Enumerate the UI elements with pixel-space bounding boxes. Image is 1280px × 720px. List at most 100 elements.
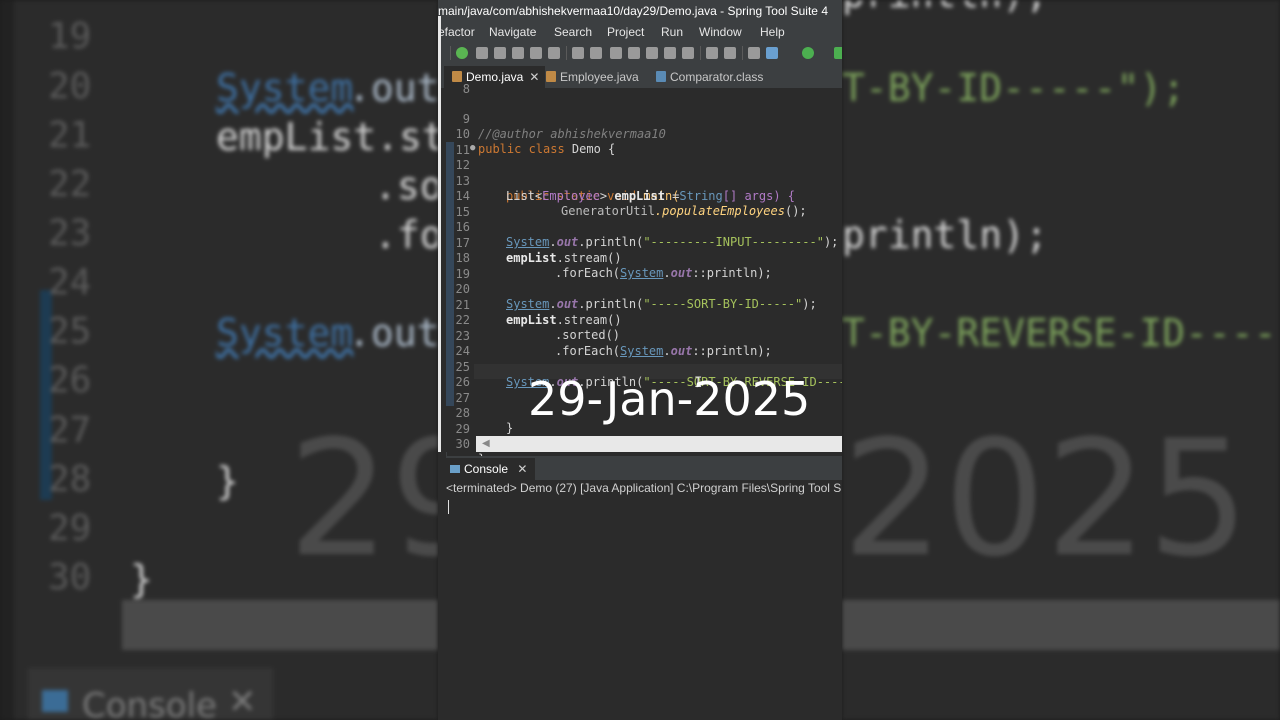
window-title: main/java/com/abhishekvermaa10/day29/Dem… <box>438 4 828 18</box>
code-line: 22 .sorted() <box>438 297 842 343</box>
background-line-number: 28 <box>48 459 92 500</box>
background-line-number: 26 <box>48 360 92 401</box>
background-scrollbar <box>842 600 1280 650</box>
background-code-reverse: T-BY-REVERSE-ID----- <box>842 311 1280 355</box>
breakpoint-marker-icon[interactable]: ● <box>470 141 475 157</box>
code-line: 15 <box>438 189 842 219</box>
background-date-right: 2025 <box>842 405 1250 592</box>
toolbar-icon[interactable] <box>530 47 542 59</box>
date-overlay: 29-Jan-2025 <box>528 372 811 426</box>
toolbar-icon[interactable] <box>548 47 560 59</box>
background-code-brace: } <box>130 557 153 601</box>
console-tab-label: Console <box>464 462 509 476</box>
background-code-out: .out <box>348 66 438 110</box>
menu-help[interactable]: Help <box>760 22 785 42</box>
code-line: 25 System.out.println("-----SORT-BY-REVE… <box>438 344 842 390</box>
run-config-icon[interactable] <box>834 47 842 59</box>
code-editor[interactable]: 8 9 //@author abhishekvermaa10 10 public… <box>438 82 842 466</box>
background-console-label: Console <box>82 686 217 720</box>
code-line: 24 <box>438 328 842 358</box>
toolbar-icon[interactable] <box>706 47 718 59</box>
console-output[interactable] <box>446 496 842 720</box>
background-line-number: 25 <box>48 311 92 352</box>
scroll-left-icon[interactable]: ◀ <box>482 438 490 449</box>
background-right-panel: println); T-BY-ID-----"); println); T-BY… <box>842 0 1280 720</box>
code-line: 21 empList.stream() <box>438 282 842 328</box>
toolbar-icon[interactable] <box>664 47 676 59</box>
toolbar <box>438 42 842 64</box>
background-scrollbar <box>122 600 438 650</box>
menu-window[interactable]: Window <box>699 22 742 42</box>
code-line: 9 //@author abhishekvermaa10 <box>438 96 842 142</box>
code-line: 19 <box>438 251 842 281</box>
background-code-sorted: .so <box>374 164 438 208</box>
run-icon[interactable] <box>802 47 814 59</box>
class-file-icon <box>656 71 666 82</box>
debug-icon[interactable] <box>456 47 468 59</box>
toolbar-icon[interactable] <box>476 47 488 59</box>
toolbar-separator <box>450 46 451 60</box>
background-line-number: 30 <box>48 557 92 598</box>
code-line: 18 .forEach(System.out::println); <box>438 235 842 281</box>
title-bar: main/java/com/abhishekvermaa10/day29/Dem… <box>438 0 842 22</box>
toolbar-separator <box>700 46 701 60</box>
background-code-sort-by-id: T-BY-ID-----"); <box>842 66 1186 110</box>
code-line: 16 System.out.println("---------INPUT---… <box>438 204 842 250</box>
menu-search[interactable]: Search <box>554 22 592 42</box>
background-code-top: println); <box>842 0 1048 16</box>
background-line-number: 19 <box>48 16 92 57</box>
menu-run[interactable]: Run <box>661 22 683 42</box>
code-line: 13 List<Employee> empList = <box>438 158 842 204</box>
toolbar-icon[interactable] <box>646 47 658 59</box>
toolbar-icon[interactable] <box>682 47 694 59</box>
background-code-foreach: .fo <box>374 213 438 257</box>
background-code-system: System <box>216 311 354 355</box>
background-line-number: 23 <box>48 213 92 254</box>
menu-bar: efactor Navigate Search Project Run Wind… <box>438 22 842 42</box>
background-line-number: 24 <box>48 262 92 303</box>
menu-refactor[interactable]: efactor <box>438 22 475 42</box>
background-code-out: .out <box>348 311 438 355</box>
toolbar-icon[interactable] <box>572 47 584 59</box>
background-line-number: 27 <box>48 410 92 451</box>
console-icon <box>42 690 68 712</box>
code-line: 14 GeneratorUtil.populateEmployees(); <box>438 173 842 219</box>
background-code-println: println); <box>842 213 1048 257</box>
code-line: 12 ● public static void main(String[] ar… <box>438 141 842 203</box>
java-file-icon <box>546 71 556 82</box>
console-tab-bar: Console ✕ <box>446 456 842 480</box>
code-line: 10 public class Demo { <box>438 111 842 157</box>
toolbar-icon[interactable] <box>628 47 640 59</box>
horizontal-scrollbar[interactable] <box>476 436 842 452</box>
debug-run-icon[interactable] <box>766 47 778 59</box>
code-line: 11 <box>438 127 842 157</box>
toolbar-icon[interactable] <box>494 47 506 59</box>
background-line-number: 20 <box>48 66 92 107</box>
tab-console[interactable]: Console ✕ <box>446 458 536 480</box>
java-file-icon <box>452 71 462 82</box>
code-line: 23 .forEach(System.out::println); <box>438 313 842 359</box>
console-icon <box>450 465 460 473</box>
toolbar-icon[interactable] <box>512 47 524 59</box>
code-line: 17 empList.stream() <box>438 220 842 266</box>
background-line-number: 21 <box>48 115 92 156</box>
background-code-brace: } <box>216 459 239 503</box>
background-line-number: 22 <box>48 164 92 205</box>
line-number: 30 <box>455 436 470 451</box>
toolbar-icon[interactable] <box>724 47 736 59</box>
close-icon: ✕ <box>228 682 257 720</box>
background-date-left: 29 <box>288 405 438 592</box>
background-code-emplist: empList.st <box>216 115 438 159</box>
toolbar-icon[interactable] <box>748 47 760 59</box>
close-icon[interactable]: ✕ <box>517 462 527 476</box>
toolbar-icon[interactable] <box>610 47 622 59</box>
console-status: <terminated> Demo (27) [Java Application… <box>446 480 842 496</box>
menu-navigate[interactable]: Navigate <box>489 22 536 42</box>
console-caret <box>448 500 449 514</box>
code-line: 20 System.out.println("-----SORT-BY-ID--… <box>438 266 842 312</box>
menu-project[interactable]: Project <box>607 22 644 42</box>
background-edge-strip <box>0 0 14 720</box>
background-left-panel: 19 20 21 22 23 24 25 26 27 28 29 30 Syst… <box>0 0 438 720</box>
ide-window: main/java/com/abhishekvermaa10/day29/Dem… <box>438 0 842 720</box>
toolbar-icon[interactable] <box>590 47 602 59</box>
